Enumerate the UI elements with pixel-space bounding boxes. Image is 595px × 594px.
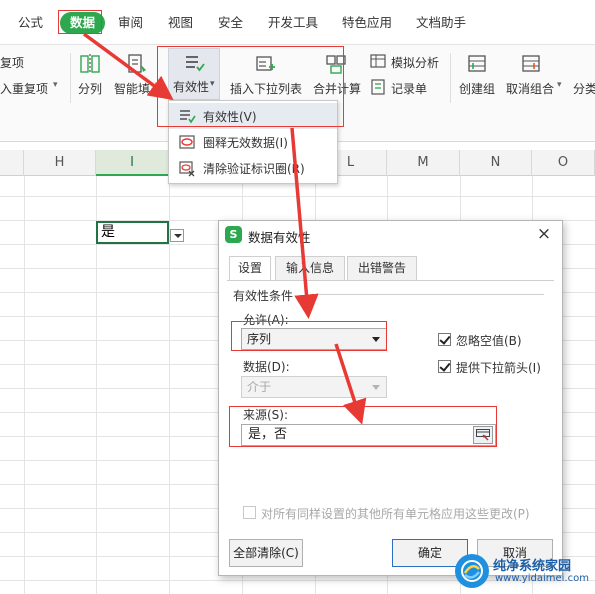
split-column-icon — [80, 54, 100, 74]
tab-input-message[interactable]: 输入信息 — [275, 256, 345, 280]
annotation-box-allow — [231, 321, 387, 351]
ignore-blank-checkbox[interactable] — [438, 333, 451, 346]
ungroup-label: 取消组合 — [506, 82, 555, 96]
chevron-down-icon: ▾ — [557, 80, 562, 90]
ribbon-separator — [70, 53, 71, 103]
dropdown-arrow-label: 提供下拉箭头(I) — [456, 361, 541, 375]
tab-divider — [227, 280, 554, 281]
apply-all-checkbox — [243, 506, 256, 519]
tab-error-alert[interactable]: 出错警告 — [347, 256, 417, 280]
watermark-url: www.yidaimei.com — [495, 573, 589, 584]
clear-validation-circles-icon — [179, 161, 195, 177]
circle-invalid-data-icon — [179, 135, 195, 149]
menu-tab-features[interactable]: 特色应用 — [342, 12, 392, 34]
subtotal-label[interactable]: 分类 — [573, 80, 595, 97]
smart-fill-label: 智能填充 — [114, 82, 163, 96]
grid-col-line — [24, 176, 25, 594]
tab-settings[interactable]: 设置 — [229, 256, 271, 281]
create-group-icon — [468, 55, 486, 72]
annotation-box-source — [229, 406, 497, 447]
dialog-title-bar[interactable]: S 数据有效性 × — [219, 221, 562, 249]
column-header-partial — [0, 150, 24, 176]
watermark-name: 纯净系统家园 — [493, 559, 572, 574]
active-cell[interactable]: 是 — [96, 221, 169, 244]
ribbon-highlight-duplicates[interactable]: 复项 — [0, 54, 24, 71]
data-label: 数据(D): — [243, 360, 290, 374]
swirl-logo-icon — [461, 560, 483, 582]
create-group-label: 创建组 — [459, 82, 496, 96]
clear-all-button[interactable]: 全部清除(C) — [229, 539, 303, 567]
split-column-label: 分列 — [78, 82, 103, 96]
menu-item-circle-invalid-label: 圈释无效数据(I) — [203, 135, 288, 150]
record-form-label: 记录单 — [391, 82, 428, 96]
ungroup-icon — [522, 55, 540, 72]
record-form-icon — [371, 79, 385, 95]
what-if-analysis-icon — [370, 54, 386, 68]
watermark: 纯净系统家园 www.yidaimei.com — [455, 552, 595, 592]
column-header-h[interactable]: H — [24, 150, 96, 176]
data-select-value: 介于 — [247, 380, 272, 394]
ribbon-separator — [450, 53, 451, 103]
what-if-analysis-label: 模拟分析 — [391, 56, 440, 70]
dropdown-arrow-checkbox[interactable] — [438, 360, 451, 373]
column-header-o[interactable]: O — [532, 150, 595, 176]
menu-item-clear-circles[interactable]: 清除验证标识圈(R) — [169, 155, 337, 181]
data-select: 介于 — [241, 376, 387, 398]
section-divider — [319, 294, 544, 295]
column-header-m[interactable]: M — [387, 150, 460, 176]
close-icon[interactable]: × — [534, 224, 554, 244]
chevron-down-icon — [372, 385, 380, 390]
grid-row-line — [0, 196, 595, 197]
menu-tab-view[interactable]: 视图 — [168, 12, 193, 34]
annotation-box-validity — [157, 46, 344, 127]
chevron-down-icon[interactable]: ▾ — [53, 80, 58, 90]
annotation-box-data-tab — [58, 10, 102, 34]
menu-tab-developer[interactable]: 开发工具 — [268, 12, 318, 34]
column-header-i[interactable]: I — [96, 150, 169, 176]
dialog-title: 数据有效性 — [248, 230, 311, 245]
menu-tab-review[interactable]: 审阅 — [118, 12, 143, 34]
watermark-logo — [455, 554, 489, 588]
ribbon-reject-duplicates[interactable]: 入重复项 — [0, 80, 48, 97]
app-logo-icon: S — [225, 226, 242, 243]
smart-fill-icon — [128, 54, 146, 73]
data-validation-dialog: S 数据有效性 × 设置 输入信息 出错警告 有效性条件 允许(A): 序列 忽… — [218, 220, 563, 576]
menu-tab-doc-assistant[interactable]: 文档助手 — [416, 12, 466, 34]
ignore-blank-label: 忽略空值(B) — [456, 334, 522, 348]
menu-item-clear-circles-label: 清除验证标识圈(R) — [203, 161, 305, 176]
menu-tab-security[interactable]: 安全 — [218, 12, 243, 34]
cell-dropdown-button[interactable] — [170, 229, 184, 242]
apply-all-label: 对所有同样设置的其他所有单元格应用这些更改(P) — [261, 507, 530, 521]
menu-tab-formula[interactable]: 公式 — [18, 12, 43, 34]
column-header-n[interactable]: N — [460, 150, 532, 176]
section-title: 有效性条件 — [233, 289, 294, 303]
menu-item-circle-invalid[interactable]: 圈释无效数据(I) — [169, 129, 337, 155]
